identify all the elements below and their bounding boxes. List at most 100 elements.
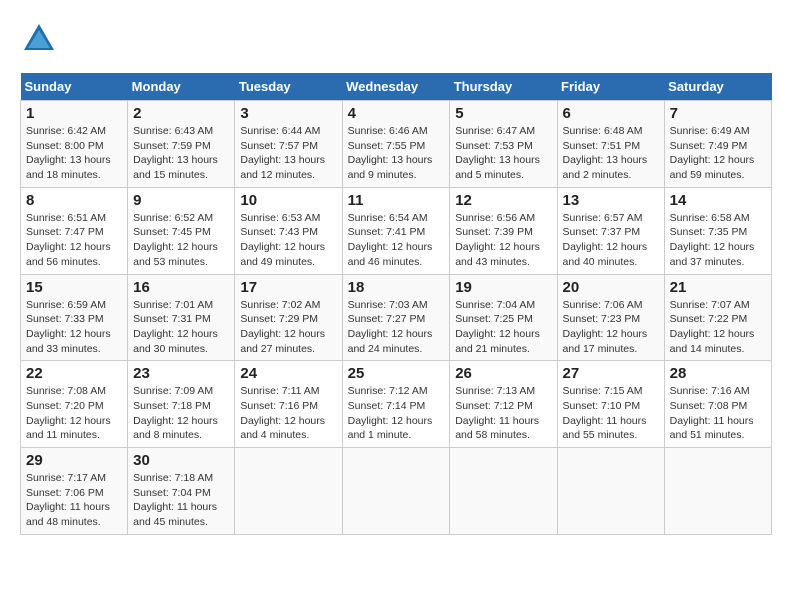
day-number: 7	[670, 105, 766, 122]
day-number: 24	[240, 365, 336, 382]
day-info: Sunrise: 6:59 AMSunset: 7:33 PMDaylight:…	[26, 298, 122, 357]
day-number: 26	[455, 365, 551, 382]
day-number: 3	[240, 105, 336, 122]
page-header	[20, 20, 772, 63]
day-number: 2	[133, 105, 229, 122]
day-info: Sunrise: 7:01 AMSunset: 7:31 PMDaylight:…	[133, 298, 229, 357]
day-number: 27	[563, 365, 659, 382]
weekday-header-tuesday: Tuesday	[235, 73, 342, 101]
day-number: 17	[240, 279, 336, 296]
day-info: Sunrise: 6:47 AMSunset: 7:53 PMDaylight:…	[455, 124, 551, 183]
logo	[20, 20, 62, 63]
table-row: 1Sunrise: 6:42 AMSunset: 8:00 PMDaylight…	[21, 101, 128, 188]
table-row: 24 Sunrise: 7:11 AMSunset: 7:16 PMDayligh…	[235, 361, 342, 448]
day-number: 19	[455, 279, 551, 296]
day-info: Sunrise: 6:46 AMSunset: 7:55 PMDaylight:…	[348, 124, 445, 183]
day-info: Sunrise: 6:53 AMSunset: 7:43 PMDaylight:…	[240, 211, 336, 270]
day-info: Sunrise: 7:08 AMSunset: 7:20 PMDaylight:…	[26, 384, 122, 443]
table-row: 11 Sunrise: 6:54 AMSunset: 7:41 PMDayligh…	[342, 187, 450, 274]
day-number: 16	[133, 279, 229, 296]
day-number: 4	[348, 105, 445, 122]
weekday-header-monday: Monday	[128, 73, 235, 101]
table-row	[557, 448, 664, 535]
weekday-header-thursday: Thursday	[450, 73, 557, 101]
table-row: 27 Sunrise: 7:15 AMSunset: 7:10 PMDayligh…	[557, 361, 664, 448]
weekday-header-friday: Friday	[557, 73, 664, 101]
day-info: Sunrise: 6:43 AMSunset: 7:59 PMDaylight:…	[133, 124, 229, 183]
day-info: Sunrise: 7:03 AMSunset: 7:27 PMDaylight:…	[348, 298, 445, 357]
day-number: 30	[133, 452, 229, 469]
table-row: 8Sunrise: 6:51 AMSunset: 7:47 PMDaylight…	[21, 187, 128, 274]
day-number: 9	[133, 192, 229, 209]
day-info: Sunrise: 7:04 AMSunset: 7:25 PMDaylight:…	[455, 298, 551, 357]
day-number: 15	[26, 279, 122, 296]
table-row: 18 Sunrise: 7:03 AMSunset: 7:27 PMDayligh…	[342, 274, 450, 361]
table-row: 21 Sunrise: 7:07 AMSunset: 7:22 PMDayligh…	[664, 274, 771, 361]
table-row: 23 Sunrise: 7:09 AMSunset: 7:18 PMDayligh…	[128, 361, 235, 448]
day-info: Sunrise: 7:06 AMSunset: 7:23 PMDaylight:…	[563, 298, 659, 357]
table-row: 19 Sunrise: 7:04 AMSunset: 7:25 PMDayligh…	[450, 274, 557, 361]
calendar-table: SundayMondayTuesdayWednesdayThursdayFrid…	[20, 73, 772, 535]
day-number: 28	[670, 365, 766, 382]
day-info: Sunrise: 6:48 AMSunset: 7:51 PMDaylight:…	[563, 124, 659, 183]
day-info: Sunrise: 6:57 AMSunset: 7:37 PMDaylight:…	[563, 211, 659, 270]
table-row	[342, 448, 450, 535]
day-number: 22	[26, 365, 122, 382]
day-info: Sunrise: 6:52 AMSunset: 7:45 PMDaylight:…	[133, 211, 229, 270]
table-row: 6 Sunrise: 6:48 AMSunset: 7:51 PMDaylight…	[557, 101, 664, 188]
day-info: Sunrise: 7:18 AMSunset: 7:04 PMDaylight:…	[133, 471, 229, 530]
day-info: Sunrise: 6:58 AMSunset: 7:35 PMDaylight:…	[670, 211, 766, 270]
table-row: 20 Sunrise: 7:06 AMSunset: 7:23 PMDayligh…	[557, 274, 664, 361]
day-number: 5	[455, 105, 551, 122]
weekday-header-sunday: Sunday	[21, 73, 128, 101]
day-number: 12	[455, 192, 551, 209]
day-number: 21	[670, 279, 766, 296]
logo-icon	[20, 20, 58, 58]
table-row	[450, 448, 557, 535]
table-row: 30 Sunrise: 7:18 AMSunset: 7:04 PMDayligh…	[128, 448, 235, 535]
table-row: 7 Sunrise: 6:49 AMSunset: 7:49 PMDaylight…	[664, 101, 771, 188]
table-row: 12 Sunrise: 6:56 AMSunset: 7:39 PMDayligh…	[450, 187, 557, 274]
day-number: 6	[563, 105, 659, 122]
day-info: Sunrise: 7:11 AMSunset: 7:16 PMDaylight:…	[240, 384, 336, 443]
day-info: Sunrise: 6:44 AMSunset: 7:57 PMDaylight:…	[240, 124, 336, 183]
day-info: Sunrise: 7:13 AMSunset: 7:12 PMDaylight:…	[455, 384, 551, 443]
weekday-header-saturday: Saturday	[664, 73, 771, 101]
table-row: 15 Sunrise: 6:59 AMSunset: 7:33 PMDayligh…	[21, 274, 128, 361]
day-info: Sunrise: 7:07 AMSunset: 7:22 PMDaylight:…	[670, 298, 766, 357]
day-info: Sunrise: 7:15 AMSunset: 7:10 PMDaylight:…	[563, 384, 659, 443]
table-row: 13 Sunrise: 6:57 AMSunset: 7:37 PMDayligh…	[557, 187, 664, 274]
day-number: 20	[563, 279, 659, 296]
day-info: Sunrise: 7:02 AMSunset: 7:29 PMDaylight:…	[240, 298, 336, 357]
day-info: Sunrise: 7:17 AMSunset: 7:06 PMDaylight:…	[26, 471, 122, 530]
day-number: 10	[240, 192, 336, 209]
table-row: 3 Sunrise: 6:44 AMSunset: 7:57 PMDaylight…	[235, 101, 342, 188]
table-row: 17 Sunrise: 7:02 AMSunset: 7:29 PMDayligh…	[235, 274, 342, 361]
day-number: 13	[563, 192, 659, 209]
table-row: 16 Sunrise: 7:01 AMSunset: 7:31 PMDayligh…	[128, 274, 235, 361]
day-info: Sunrise: 6:51 AMSunset: 7:47 PMDaylight:…	[26, 211, 122, 270]
table-row: 28 Sunrise: 7:16 AMSunset: 7:08 PMDayligh…	[664, 361, 771, 448]
table-row: 5 Sunrise: 6:47 AMSunset: 7:53 PMDaylight…	[450, 101, 557, 188]
day-info: Sunrise: 6:56 AMSunset: 7:39 PMDaylight:…	[455, 211, 551, 270]
table-row	[664, 448, 771, 535]
day-info: Sunrise: 7:09 AMSunset: 7:18 PMDaylight:…	[133, 384, 229, 443]
day-info: Sunrise: 6:54 AMSunset: 7:41 PMDaylight:…	[348, 211, 445, 270]
table-row: 25Sunrise: 7:12 AMSunset: 7:14 PMDayligh…	[342, 361, 450, 448]
day-info: Sunrise: 6:49 AMSunset: 7:49 PMDaylight:…	[670, 124, 766, 183]
day-number: 29	[26, 452, 122, 469]
table-row: 4 Sunrise: 6:46 AMSunset: 7:55 PMDaylight…	[342, 101, 450, 188]
table-row: 22 Sunrise: 7:08 AMSunset: 7:20 PMDayligh…	[21, 361, 128, 448]
table-row: 9 Sunrise: 6:52 AMSunset: 7:45 PMDaylight…	[128, 187, 235, 274]
table-row: 14Sunrise: 6:58 AMSunset: 7:35 PMDayligh…	[664, 187, 771, 274]
day-number: 18	[348, 279, 445, 296]
day-info: Sunrise: 7:12 AMSunset: 7:14 PMDaylight:…	[348, 384, 445, 443]
day-number: 11	[348, 192, 445, 209]
weekday-header-wednesday: Wednesday	[342, 73, 450, 101]
table-row: 2 Sunrise: 6:43 AMSunset: 7:59 PMDaylight…	[128, 101, 235, 188]
day-info: Sunrise: 6:42 AMSunset: 8:00 PMDaylight:…	[26, 124, 122, 183]
table-row: 10 Sunrise: 6:53 AMSunset: 7:43 PMDayligh…	[235, 187, 342, 274]
table-row	[235, 448, 342, 535]
day-info: Sunrise: 7:16 AMSunset: 7:08 PMDaylight:…	[670, 384, 766, 443]
day-number: 23	[133, 365, 229, 382]
